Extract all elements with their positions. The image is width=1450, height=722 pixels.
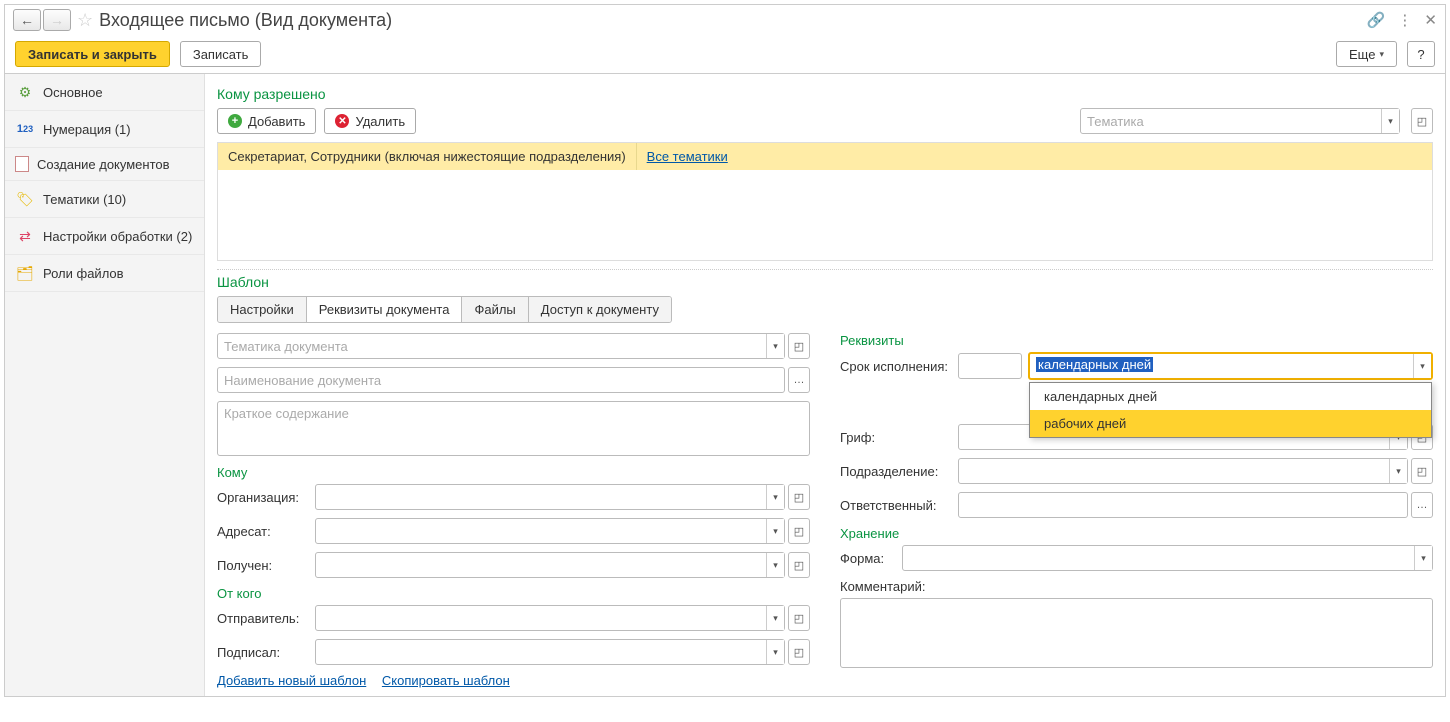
- dept-input[interactable]: [959, 459, 1389, 483]
- folder-icon: 🗂: [15, 263, 35, 283]
- gear-icon: ⚙: [15, 82, 35, 102]
- dropdown-icon[interactable]: ▾: [766, 640, 784, 664]
- open-button[interactable]: ◰: [788, 333, 810, 359]
- delete-icon: ✕: [335, 114, 349, 128]
- sidebar-item-create-docs[interactable]: Создание документов: [5, 148, 204, 181]
- copy-template-link[interactable]: Скопировать шаблон: [382, 673, 510, 688]
- summary-textarea[interactable]: [217, 401, 810, 456]
- addressee-input[interactable]: [316, 519, 766, 543]
- plus-icon: +: [228, 114, 242, 128]
- document-icon: [15, 156, 29, 172]
- kebab-icon[interactable]: ⋮: [1397, 11, 1412, 29]
- topic-filter-input[interactable]: [1081, 109, 1381, 133]
- numbering-icon: 123: [15, 119, 35, 139]
- from-title: От кого: [217, 586, 810, 601]
- tab-access[interactable]: Доступ к документу: [529, 297, 671, 322]
- help-button[interactable]: ?: [1407, 41, 1435, 67]
- dropdown-icon[interactable]: ▾: [766, 334, 784, 358]
- org-input[interactable]: [316, 485, 766, 509]
- add-template-link[interactable]: Добавить новый шаблон: [217, 673, 366, 688]
- requisites-title: Реквизиты: [840, 333, 1433, 348]
- comment-label: Комментарий:: [840, 579, 1433, 594]
- open-button[interactable]: ◰: [788, 484, 810, 510]
- dropdown-icon[interactable]: ▾: [766, 606, 784, 630]
- open-button[interactable]: ◰: [1411, 458, 1433, 484]
- dropdown-icon[interactable]: ▾: [1414, 546, 1432, 570]
- save-close-button[interactable]: Записать и закрыть: [15, 41, 170, 67]
- save-button[interactable]: Записать: [180, 41, 262, 67]
- page-title: Входящее письмо (Вид документа): [99, 10, 392, 31]
- sidebar-item-topics[interactable]: 🏷 Тематики (10): [5, 181, 204, 218]
- open-button[interactable]: ◰: [788, 605, 810, 631]
- period-combo[interactable]: календарных дней ▾ календарных дней рабо…: [1028, 352, 1433, 380]
- tabs: Настройки Реквизиты документа Файлы Дост…: [217, 296, 672, 323]
- doc-name-input[interactable]: [218, 368, 784, 392]
- form-input[interactable]: [903, 546, 1414, 570]
- sidebar-item-numbering[interactable]: 123 Нумерация (1): [5, 111, 204, 148]
- table-row[interactable]: Секретариат, Сотрудники (включая нижесто…: [218, 143, 1432, 170]
- favorite-icon[interactable]: ☆: [77, 10, 93, 31]
- sidebar-item-processing[interactable]: ⇄ Настройки обработки (2): [5, 218, 204, 255]
- sidebar-item-file-roles[interactable]: 🗂 Роли файлов: [5, 255, 204, 292]
- flow-icon: ⇄: [15, 226, 35, 246]
- more-button[interactable]: Еще: [1336, 41, 1397, 67]
- add-button[interactable]: + Добавить: [217, 108, 316, 134]
- dropdown-icon[interactable]: ▾: [1389, 459, 1407, 483]
- responsible-input[interactable]: [959, 493, 1407, 517]
- forward-button[interactable]: →: [43, 9, 71, 31]
- open-button[interactable]: ◰: [788, 552, 810, 578]
- all-topics-link[interactable]: Все тематики: [637, 143, 738, 170]
- tab-settings[interactable]: Настройки: [218, 297, 307, 322]
- template-title: Шаблон: [217, 274, 1433, 290]
- dropdown-icon[interactable]: ▾: [1381, 109, 1399, 133]
- period-dropdown: календарных дней рабочих дней: [1029, 382, 1432, 438]
- open-button[interactable]: ◰: [788, 518, 810, 544]
- back-button[interactable]: ←: [13, 9, 41, 31]
- dd-item-working[interactable]: рабочих дней: [1030, 410, 1431, 437]
- sidebar-item-main[interactable]: ⚙ Основное: [5, 74, 204, 111]
- open-button[interactable]: ◰: [1411, 108, 1433, 134]
- open-button[interactable]: ◰: [788, 639, 810, 665]
- sidebar: ⚙ Основное 123 Нумерация (1) Создание до…: [5, 74, 205, 696]
- signed-input[interactable]: [316, 640, 766, 664]
- dropdown-icon[interactable]: ▾: [766, 485, 784, 509]
- storage-title: Хранение: [840, 526, 1433, 541]
- dropdown-icon[interactable]: ▾: [766, 553, 784, 577]
- tab-files[interactable]: Файлы: [462, 297, 528, 322]
- received-input[interactable]: [316, 553, 766, 577]
- dd-item-calendar[interactable]: календарных дней: [1030, 383, 1431, 410]
- sender-input[interactable]: [316, 606, 766, 630]
- comment-textarea[interactable]: [840, 598, 1433, 668]
- allowed-title: Кому разрешено: [217, 86, 1433, 102]
- tag-icon: 🏷: [15, 189, 35, 209]
- to-title: Кому: [217, 465, 810, 480]
- dropdown-icon[interactable]: ▾: [766, 519, 784, 543]
- allowed-table: Секретариат, Сотрудники (включая нижесто…: [217, 142, 1433, 261]
- delete-button[interactable]: ✕ Удалить: [324, 108, 416, 134]
- close-icon[interactable]: ✕: [1424, 11, 1437, 29]
- link-icon[interactable]: 🔗: [1367, 11, 1386, 29]
- dropdown-icon[interactable]: ▾: [1413, 354, 1431, 378]
- ellipsis-button[interactable]: …: [788, 367, 810, 393]
- ellipsis-button[interactable]: …: [1411, 492, 1433, 518]
- doc-topic-input[interactable]: [218, 334, 766, 358]
- tab-requisites[interactable]: Реквизиты документа: [307, 297, 463, 322]
